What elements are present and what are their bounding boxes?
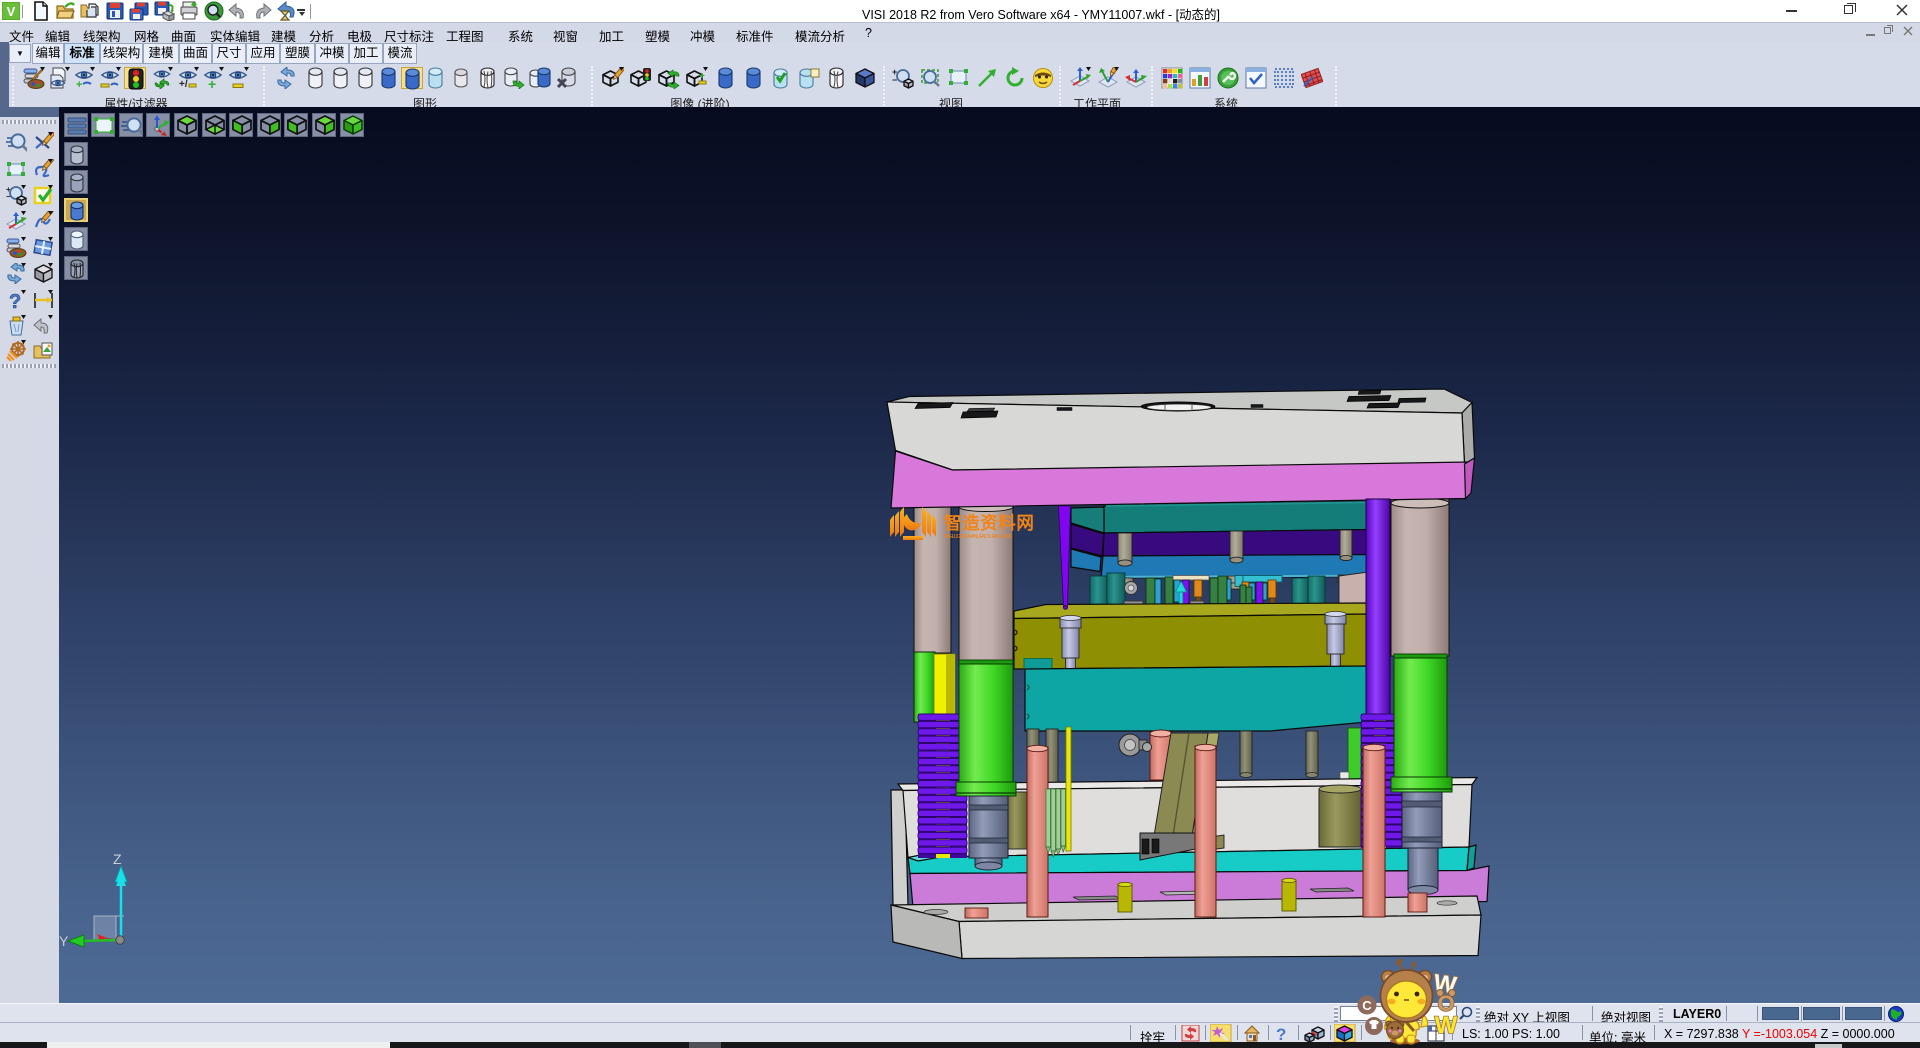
svg-text:智造资料网: 智造资料网: [944, 513, 1035, 533]
svg-text:?: ?: [9, 291, 21, 311]
svg-text:Y: Y: [59, 933, 69, 949]
svg-text:Z: Z: [113, 851, 122, 867]
svg-text:?: ?: [1276, 1025, 1286, 1042]
svg-text:+: +: [699, 71, 705, 82]
svg-text:C: C: [1362, 998, 1372, 1013]
svg-text:+/: +/: [179, 79, 188, 89]
svg-text:+: +: [208, 76, 216, 89]
svg-text:INTELLIGENT MANUFACTURING DATA: INTELLIGENT MANUFACTURING DATA: [944, 534, 1012, 540]
svg-text:V: V: [7, 4, 16, 19]
svg-text:+: +: [76, 79, 82, 89]
svg-text:W: W: [1435, 1012, 1458, 1039]
